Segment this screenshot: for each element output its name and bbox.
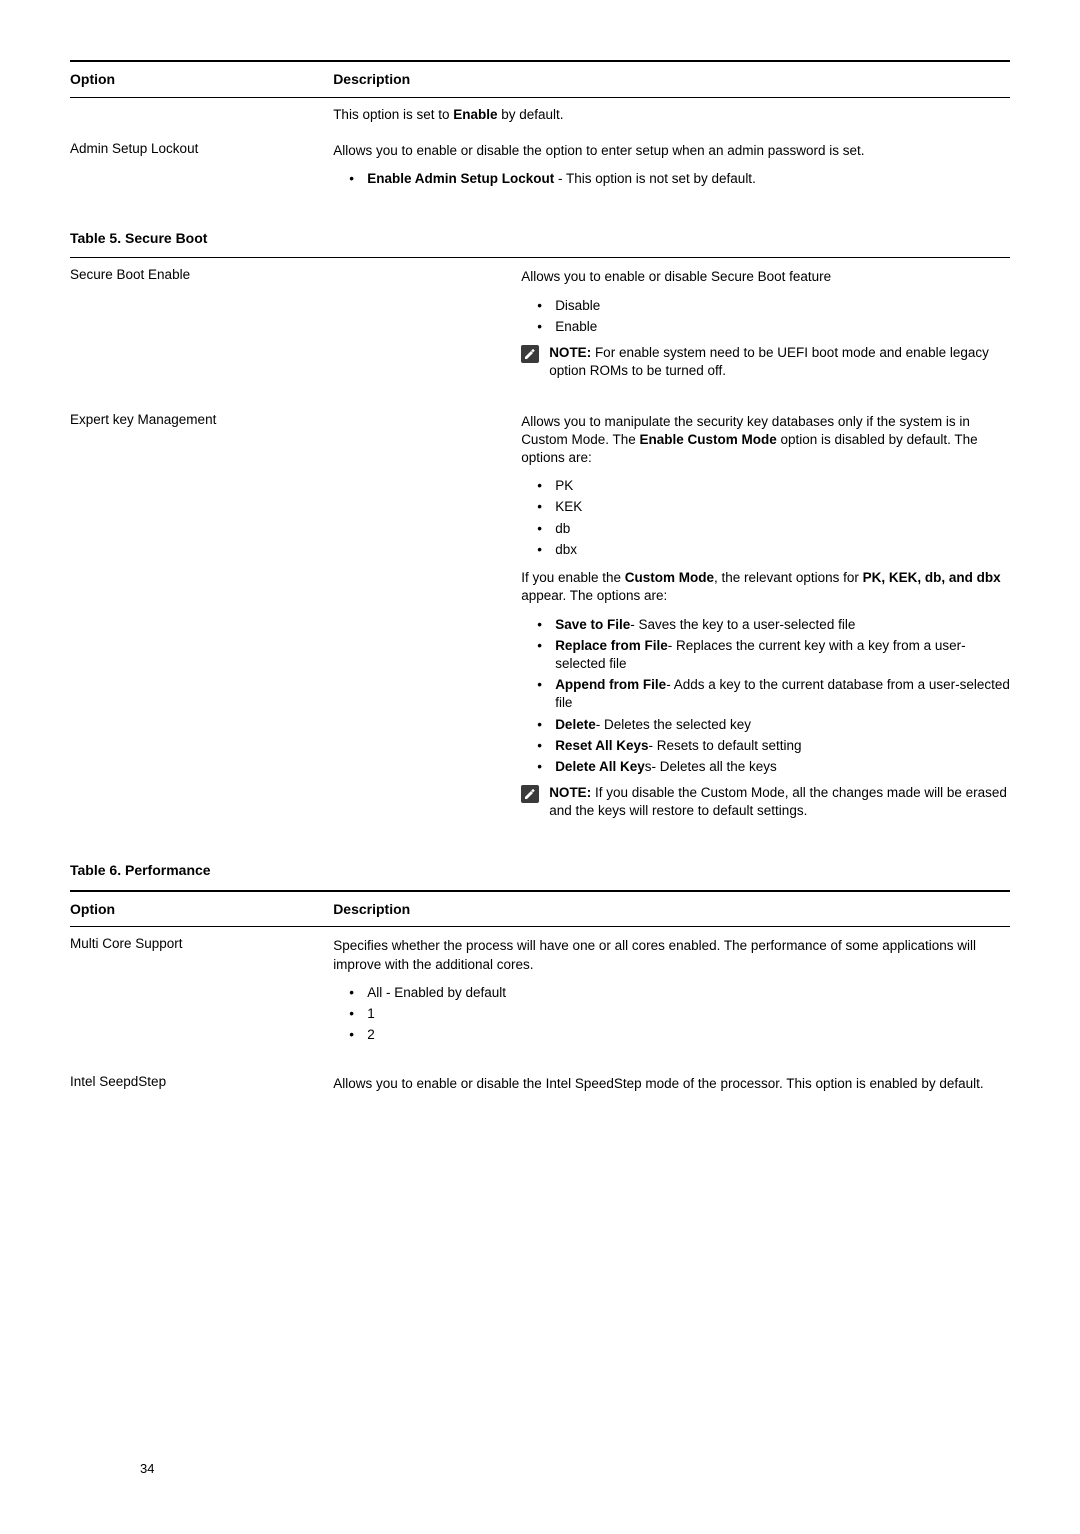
list-item: Disable (555, 297, 1010, 315)
multi-core-desc: Specifies whether the process will have … (333, 937, 1010, 973)
expert-key-mgmt-desc: Allows you to manipulate the security ke… (521, 413, 1010, 468)
list-item: Replace from File- Replaces the current … (555, 637, 1010, 673)
list-item: KEK (555, 498, 1010, 516)
list-item: Save to File- Saves the key to a user-se… (555, 616, 1010, 634)
speedstep-desc: Allows you to enable or disable the Inte… (333, 1075, 1010, 1093)
list-item: Delete- Deletes the selected key (555, 716, 1010, 734)
list-item: Reset All Keys- Resets to default settin… (555, 737, 1010, 755)
expert-key-mgmt-label: Expert key Management (70, 393, 521, 833)
page-number: 34 (140, 1460, 154, 1478)
expert-key-mgmt-opts2: Save to File- Saves the key to a user-se… (521, 616, 1010, 777)
expert-key-mgmt-midtext: If you enable the Custom Mode, the relev… (521, 569, 1010, 605)
secure-boot-enable-row: Secure Boot Enable Allows you to enable … (70, 258, 1010, 392)
table6-performance: Option Description Multi Core Support Sp… (70, 892, 1010, 1107)
list-item: All - Enabled by default (367, 984, 1010, 1002)
table4-header-option: Option (70, 62, 333, 97)
admin-setup-lockout-bullet: Enable Admin Setup Lockout - This option… (367, 170, 1010, 188)
note-pencil-icon (521, 785, 539, 803)
secure-boot-enable-desc: Allows you to enable or disable Secure B… (521, 268, 1010, 286)
table6-header-desc: Description (333, 892, 1010, 927)
list-item: PK (555, 477, 1010, 495)
table6-header-option: Option (70, 892, 333, 927)
table5-secure-boot: Secure Boot Enable Allows you to enable … (70, 258, 1010, 832)
list-item: 1 (367, 1005, 1010, 1023)
secure-boot-enable-note: NOTE: For enable system need to be UEFI … (549, 344, 1010, 380)
table4-continuation: Option Description This option is set to… (70, 62, 1010, 201)
table4-prev-trailing-text: This option is set to Enable by default. (333, 98, 1010, 132)
note-pencil-icon (521, 345, 539, 363)
list-item: Append from File- Adds a key to the curr… (555, 676, 1010, 712)
list-item: 2 (367, 1026, 1010, 1044)
expert-key-mgmt-note: NOTE: If you disable the Custom Mode, al… (549, 784, 1010, 820)
table4-prev-row-trailing: This option is set to Enable by default. (70, 98, 1010, 132)
expert-key-mgmt-row: Expert key Management Allows you to mani… (70, 393, 1010, 833)
multi-core-row: Multi Core Support Specifies whether the… (70, 927, 1010, 1056)
expert-key-mgmt-opts1: PK KEK db dbx (521, 477, 1010, 559)
multi-core-label: Multi Core Support (70, 927, 333, 1056)
list-item: dbx (555, 541, 1010, 559)
secure-boot-enable-options: Disable Enable (521, 297, 1010, 336)
table6-title: Table 6. Performance (70, 861, 1010, 880)
list-item: Delete All Keys- Deletes all the keys (555, 758, 1010, 776)
secure-boot-enable-label: Secure Boot Enable (70, 258, 521, 392)
admin-setup-lockout-desc: Allows you to enable or disable the opti… (333, 142, 1010, 160)
table5-title: Table 5. Secure Boot (70, 229, 1010, 248)
list-item: Enable (555, 318, 1010, 336)
list-item: db (555, 520, 1010, 538)
table4-admin-lockout-row: Admin Setup Lockout Allows you to enable… (70, 132, 1010, 200)
admin-setup-lockout-label: Admin Setup Lockout (70, 132, 333, 200)
table4-header-desc: Description (333, 62, 1010, 97)
speedstep-label: Intel SeepdStep (70, 1057, 333, 1107)
multi-core-opts: All - Enabled by default 1 2 (333, 984, 1010, 1045)
speedstep-row: Intel SeepdStep Allows you to enable or … (70, 1057, 1010, 1107)
